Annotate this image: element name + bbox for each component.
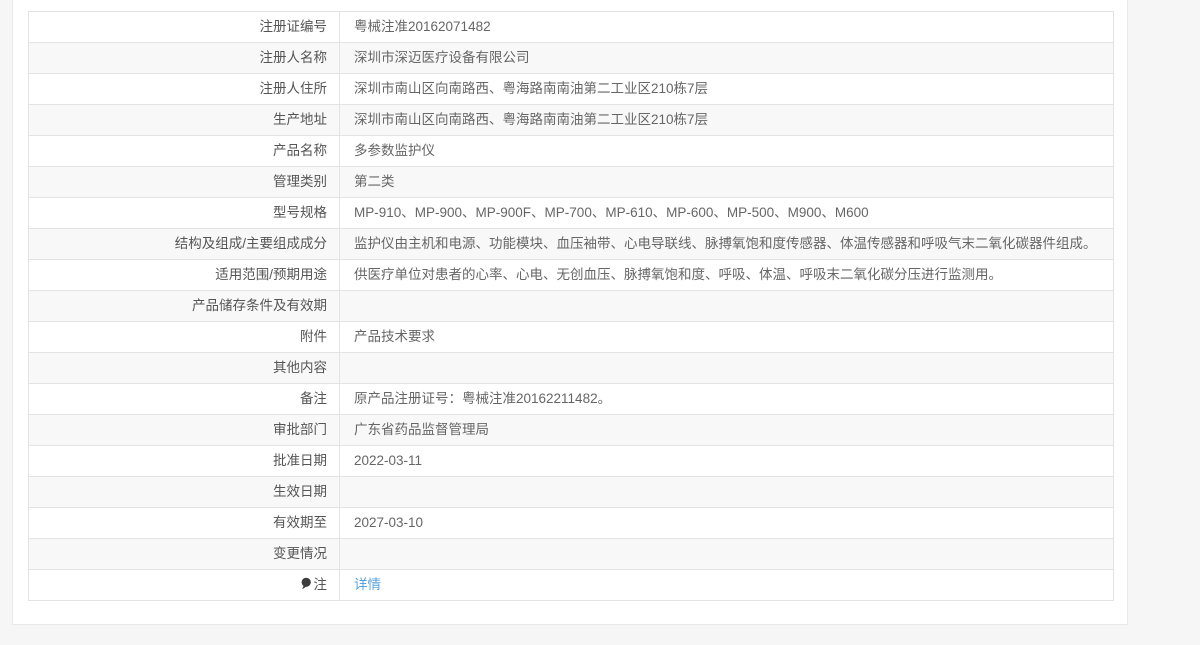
row-label: 备注 <box>28 383 340 415</box>
row-value: MP-910、MP-900、MP-900F、MP-700、MP-610、MP-6… <box>339 197 1114 229</box>
row-value: 监护仪由主机和电源、功能模块、血压袖带、心电导联线、脉搏氧饱和度传感器、体温传感… <box>339 228 1114 260</box>
row-label: 生效日期 <box>28 476 340 508</box>
row-value: 深圳市南山区向南路西、粤海路南南油第二工业区210栋7层 <box>339 73 1114 105</box>
row-value: 广东省药品监督管理局 <box>339 414 1114 446</box>
table-row: 产品储存条件及有效期 <box>28 290 1114 322</box>
row-label: 审批部门 <box>28 414 340 446</box>
row-label: 注册证编号 <box>28 11 340 43</box>
row-label: 结构及组成/主要组成成分 <box>28 228 340 260</box>
note-balloon-icon <box>300 577 312 594</box>
table-row: 注 详情 <box>28 569 1114 601</box>
table-row: 其他内容 <box>28 352 1114 384</box>
row-label: 产品储存条件及有效期 <box>28 290 340 322</box>
row-value <box>339 476 1114 508</box>
registration-table: 注册证编号 粤械注准20162071482 注册人名称 深圳市深迈医疗设备有限公司 注册… <box>28 11 1114 601</box>
row-value: 2022-03-11 <box>339 445 1114 477</box>
table-row: 批准日期 2022-03-11 <box>28 445 1114 477</box>
row-value: 多参数监护仪 <box>339 135 1114 167</box>
table-row: 注册人名称 深圳市深迈医疗设备有限公司 <box>28 42 1114 74</box>
row-label: 其他内容 <box>28 352 340 384</box>
row-label: 批准日期 <box>28 445 340 477</box>
table-row: 适用范围/预期用途 供医疗单位对患者的心率、心电、无创血压、脉搏氧饱和度、呼吸、体… <box>28 259 1114 291</box>
row-value: 第二类 <box>339 166 1114 198</box>
row-label-text: 注 <box>313 576 328 592</box>
row-value: 原产品注册证号：粤械注准20162211482。 <box>339 383 1114 415</box>
row-value <box>339 352 1114 384</box>
row-value <box>339 290 1114 322</box>
table-row: 备注 原产品注册证号：粤械注准20162211482。 <box>28 383 1114 415</box>
table-row: 注册人住所 深圳市南山区向南路西、粤海路南南油第二工业区210栋7层 <box>28 73 1114 105</box>
row-label: 注册人住所 <box>28 73 340 105</box>
table-row: 结构及组成/主要组成成分 监护仪由主机和电源、功能模块、血压袖带、心电导联线、脉搏… <box>28 228 1114 260</box>
row-value: 粤械注准20162071482 <box>339 11 1114 43</box>
row-label: 有效期至 <box>28 507 340 539</box>
table-row: 产品名称 多参数监护仪 <box>28 135 1114 167</box>
table-row: 附件 产品技术要求 <box>28 321 1114 353</box>
row-label: 生产地址 <box>28 104 340 136</box>
row-label: 附件 <box>28 321 340 353</box>
row-value: 供医疗单位对患者的心率、心电、无创血压、脉搏氧饱和度、呼吸、体温、呼吸末二氧化碳… <box>339 259 1114 291</box>
table-row: 变更情况 <box>28 538 1114 570</box>
row-value: 2027-03-10 <box>339 507 1114 539</box>
row-label: 适用范围/预期用途 <box>28 259 340 291</box>
row-label: 变更情况 <box>28 538 340 570</box>
details-link[interactable]: 详情 <box>354 577 381 592</box>
row-label: 型号规格 <box>28 197 340 229</box>
table-row: 注册证编号 粤械注准20162071482 <box>28 11 1114 43</box>
registration-table-body: 注册证编号 粤械注准20162071482 注册人名称 深圳市深迈医疗设备有限公司 注册… <box>28 11 1114 601</box>
table-row: 生产地址 深圳市南山区向南路西、粤海路南南油第二工业区210栋7层 <box>28 104 1114 136</box>
row-label: 注 <box>28 569 340 601</box>
row-label: 管理类别 <box>28 166 340 198</box>
row-value: 产品技术要求 <box>339 321 1114 353</box>
table-row: 管理类别 第二类 <box>28 166 1114 198</box>
table-row: 生效日期 <box>28 476 1114 508</box>
table-row: 审批部门 广东省药品监督管理局 <box>28 414 1114 446</box>
row-value <box>339 538 1114 570</box>
content-panel: 注册证编号 粤械注准20162071482 注册人名称 深圳市深迈医疗设备有限公司 注册… <box>12 0 1128 625</box>
row-value: 深圳市深迈医疗设备有限公司 <box>339 42 1114 74</box>
row-label: 产品名称 <box>28 135 340 167</box>
row-label: 注册人名称 <box>28 42 340 74</box>
row-value: 深圳市南山区向南路西、粤海路南南油第二工业区210栋7层 <box>339 104 1114 136</box>
table-row: 型号规格 MP-910、MP-900、MP-900F、MP-700、MP-610、… <box>28 197 1114 229</box>
row-value: 详情 <box>339 569 1114 601</box>
table-row: 有效期至 2027-03-10 <box>28 507 1114 539</box>
